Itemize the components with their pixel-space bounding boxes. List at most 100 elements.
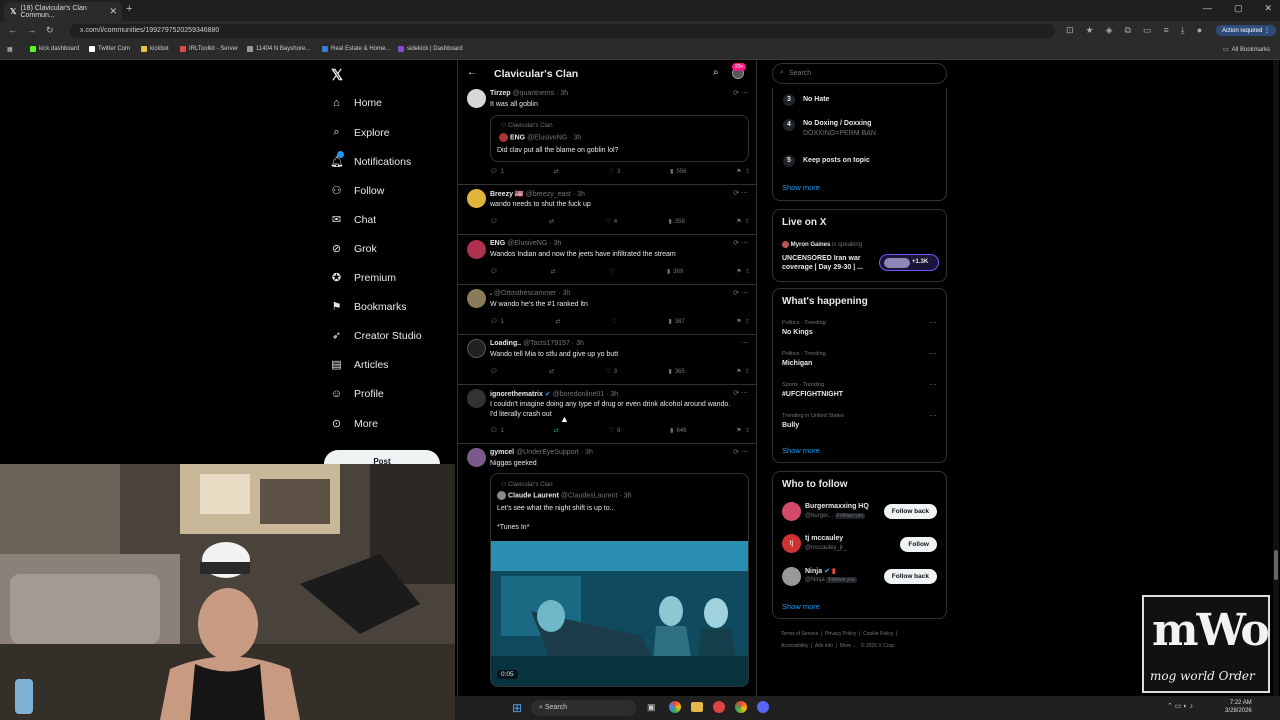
nav-chat[interactable]: ✉ Chat — [330, 213, 376, 227]
nav-grok[interactable]: ⊘ Grok — [330, 242, 377, 256]
nav-premium[interactable]: ✪ Premium — [330, 271, 396, 285]
avatar[interactable] — [467, 448, 486, 467]
more-icon[interactable]: ⋯ — [929, 411, 937, 420]
tweet-actions[interactable]: ⟳ ⋯ — [733, 189, 748, 197]
nav-notifications[interactable]: 🔔︎ Notifications — [330, 151, 411, 168]
bookmark-item[interactable]: sidekick | Dashboard — [398, 46, 463, 52]
avatar[interactable] — [467, 339, 486, 358]
footer-link[interactable]: Accessibility — [781, 643, 808, 649]
puzzle-icon[interactable]: ⧉ — [1125, 25, 1131, 36]
footer-link[interactable]: Terms of Service — [781, 631, 818, 637]
bookmark-share[interactable]: ⚑ ⇪ — [736, 168, 750, 175]
views-count[interactable]: ▮ 365 — [669, 368, 685, 376]
profile-icon[interactable]: ● — [1197, 25, 1202, 36]
trend-item[interactable]: Bully — [782, 422, 799, 429]
tweet[interactable]: . @Ottosthescammer · 3h ⟳ ⋯ W wando he's… — [458, 286, 756, 335]
app-icon[interactable] — [713, 701, 725, 713]
footer-link[interactable]: Privacy Policy — [825, 631, 856, 637]
windows-start-icon[interactable]: ⊞ — [512, 701, 522, 715]
quoted-tweet[interactable]: ⚇ Clavicular's Clan Claude Laurent @Clau… — [490, 473, 749, 687]
tweet[interactable]: Tirzep @quantnems · 3h ⟳ ⋯ It was all go… — [458, 87, 756, 185]
tweet[interactable]: ignorethematrix ✔ @boredonline01 · 3h ⟳ … — [458, 386, 756, 444]
bookmark-item[interactable]: Twitter Com — [89, 46, 130, 52]
bookmark-item[interactable]: Real Estate & Home... — [322, 46, 390, 52]
avatar[interactable] — [782, 502, 801, 521]
bookmark-item[interactable]: kick dashboard — [30, 46, 79, 52]
tweet[interactable]: Breezy 🇺🇸︎ @breezy_east · 3h ⟳ ⋯ wando n… — [458, 186, 756, 235]
clock[interactable]: 7:22 AM 3/28/2026 — [1225, 699, 1252, 715]
views-count[interactable]: ▮ 556 — [670, 168, 686, 176]
nav-home[interactable]: ⌂ Home — [330, 97, 382, 109]
video-player[interactable]: 0:05 — [491, 541, 748, 686]
reload-icon[interactable]: ↻ — [46, 25, 54, 36]
tweet[interactable]: gymcel @UnderEyeSupport · 3h ⟳ ⋯ Niggas … — [458, 445, 756, 696]
nav-articles[interactable]: ▤ Articles — [330, 358, 388, 372]
like-button[interactable]: ♡ — [612, 318, 617, 325]
views-count[interactable]: ▮ 387 — [669, 318, 685, 326]
like-button[interactable]: ♡ — [609, 268, 614, 275]
views-count[interactable]: ▮ 358 — [669, 218, 685, 226]
tweet-actions[interactable]: ⋯ — [741, 339, 748, 347]
bookmark-item[interactable]: kickbot — [141, 46, 169, 52]
live-card[interactable]: Live on X Myron Gaines is speaking UNCEN… — [772, 209, 947, 282]
taskbar-search[interactable]: ⌕ Search — [531, 700, 636, 716]
reply-button[interactable]: 💬︎ — [490, 218, 498, 225]
avatar[interactable] — [467, 89, 486, 108]
menu-lines-icon[interactable]: ≡ — [1164, 25, 1169, 36]
views-count[interactable]: ▮ 369 — [667, 268, 683, 276]
nav-follow[interactable]: ⚇ Follow — [330, 184, 385, 198]
close-tab-icon[interactable]: ✕ — [109, 6, 117, 17]
reply-button[interactable]: 💬︎ — [490, 268, 498, 275]
follow-back-button[interactable]: Follow back — [883, 569, 937, 584]
bookmark-item[interactable]: 11404 N Bayshore... — [247, 46, 310, 52]
retweet-button[interactable]: ⇄ — [555, 318, 560, 325]
back-icon[interactable]: ← — [8, 25, 17, 36]
avatar[interactable]: tj — [782, 534, 801, 553]
bookmark-item[interactable]: IRLToolkit - Server — [180, 46, 238, 52]
avatar[interactable] — [467, 289, 486, 308]
bookmark-share[interactable]: ⚑ ⇪ — [736, 427, 750, 434]
tweet-actions[interactable]: ⟳ ⋯ — [733, 89, 748, 97]
more-icon[interactable]: ⋯ — [929, 318, 937, 327]
bookmark-share[interactable]: ⚑ ⇪ — [736, 368, 750, 375]
forward-icon[interactable]: → — [27, 25, 36, 36]
retweet-button[interactable]: ⇄ — [554, 427, 559, 434]
tweet-actions[interactable]: ⟳ ⋯ — [733, 289, 748, 297]
app-icon[interactable] — [669, 701, 681, 713]
tweet-author[interactable]: Tirzep — [490, 90, 511, 97]
more-icon[interactable]: ⋯ — [929, 349, 937, 358]
tweet[interactable]: Loading.. @Tacts179157 · 3h ⋯ Wando tell… — [458, 336, 756, 385]
nav-more[interactable]: ⊙ More — [330, 417, 378, 431]
more-icon[interactable]: ⋯ — [929, 380, 937, 389]
tweet-author[interactable]: ignorethematrix — [490, 391, 543, 398]
scrollbar[interactable] — [1273, 60, 1279, 696]
like-button[interactable]: ♡ 3 — [605, 368, 617, 376]
discord-icon[interactable] — [757, 701, 769, 713]
post-button[interactable]: Post — [324, 450, 440, 464]
tweet-author[interactable]: Loading.. — [490, 340, 521, 347]
like-button[interactable]: ♡ 8 — [609, 427, 621, 435]
trend-item[interactable]: #UFCFIGHTNIGHT — [782, 391, 843, 398]
footer-link[interactable]: Cookie Policy — [863, 631, 893, 637]
tweet-author[interactable]: ENG — [490, 240, 505, 247]
new-tab-button[interactable]: + — [126, 3, 132, 15]
reply-button[interactable]: 💬︎ 1 — [490, 427, 504, 435]
like-button[interactable]: ♡ 3 — [609, 168, 621, 176]
views-count[interactable]: ▮ 646 — [670, 427, 686, 435]
retweet-button[interactable]: ⇄ — [554, 168, 559, 175]
nav-profile[interactable]: ☺ Profile — [330, 388, 384, 400]
tweet-author[interactable]: gymcel — [490, 449, 514, 456]
show-more-link[interactable]: Show more — [782, 602, 820, 611]
tweet-author[interactable]: . — [490, 290, 492, 297]
star-icon[interactable]: ★ — [1086, 25, 1094, 36]
search-icon[interactable]: ⌕ — [713, 67, 719, 78]
trend-item[interactable]: No Kings — [782, 329, 813, 336]
system-tray[interactable]: ⌃ ▭ ◐ ♪ — [1167, 702, 1193, 710]
reply-button[interactable]: 💬︎ — [490, 368, 498, 375]
close-window-icon[interactable]: ✕ — [1264, 3, 1272, 14]
reply-button[interactable]: 💬︎ 1 — [490, 318, 504, 326]
search-input[interactable]: ⌕ Search — [772, 63, 947, 84]
tweet-author[interactable]: Breezy — [490, 191, 513, 198]
avatar[interactable] — [467, 189, 486, 208]
extension-icon[interactable]: ◈ — [1106, 25, 1113, 36]
